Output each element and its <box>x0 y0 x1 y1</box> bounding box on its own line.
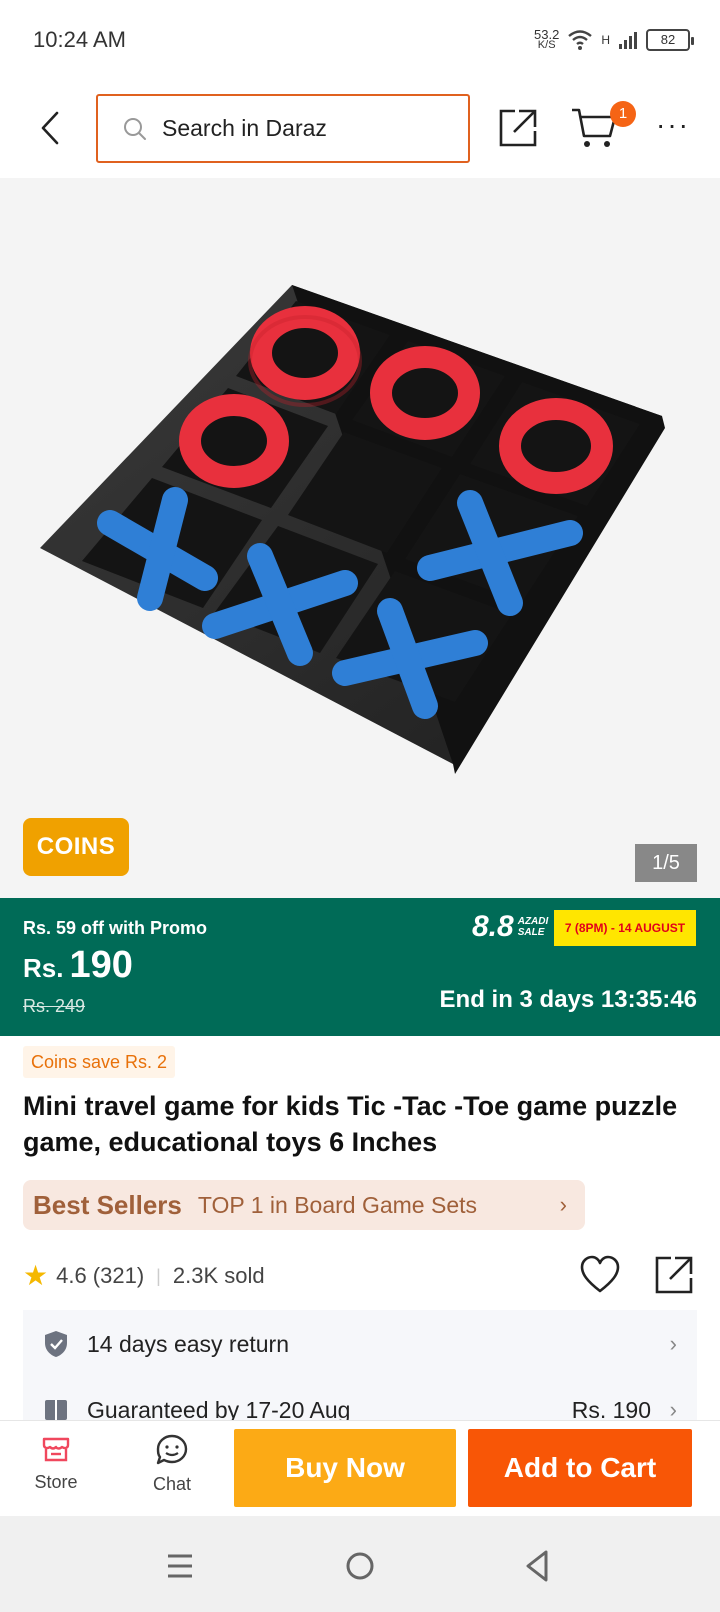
share-icon[interactable] <box>653 1254 695 1296</box>
chevron-right-icon: › <box>559 1192 567 1217</box>
rating-row: ★ 4.6 (321) | 2.3K sold <box>23 1254 700 1298</box>
best-sellers-banner[interactable]: Best Sellers TOP 1 in Board Game Sets › <box>23 1180 585 1230</box>
return-policy-row[interactable]: 14 days easy return › <box>23 1316 697 1372</box>
top-header: Search in Daraz 1 ··· <box>0 80 720 178</box>
cart-count-badge: 1 <box>610 101 636 127</box>
search-input[interactable]: Search in Daraz <box>96 94 470 163</box>
promo-price-banner: Rs. 59 off with Promo Rs. 190 Rs. 249 8.8… <box>0 898 720 1036</box>
product-image <box>40 285 665 774</box>
coins-badge: COINS <box>23 818 129 876</box>
signal-type: H <box>601 33 610 47</box>
system-navigation-bar <box>0 1516 720 1612</box>
back-triangle-icon[interactable] <box>516 1544 560 1588</box>
current-price: Rs. 190 <box>23 944 133 987</box>
shield-check-icon <box>45 1331 67 1357</box>
search-icon <box>124 117 146 140</box>
price-currency: Rs. <box>23 953 64 983</box>
delivery-text: Guaranteed by 17-20 Aug <box>87 1396 351 1421</box>
status-bar: 10:24 AM 53.2 K/S H 82 <box>0 0 720 80</box>
azadi-sale-logo: 8.8 AZADI SALE <box>472 910 549 943</box>
delivery-row[interactable]: Guaranteed by 17-20 Aug Rs. 190 › <box>23 1382 697 1420</box>
status-time: 10:24 AM <box>33 27 126 52</box>
heart-icon[interactable] <box>579 1254 621 1296</box>
delivery-icon <box>45 1400 67 1420</box>
sold-count: 2.3K sold <box>172 1263 265 1288</box>
wifi-icon <box>568 30 593 50</box>
return-policy-text: 14 days easy return <box>87 1330 290 1357</box>
product-title: Mini travel game for kids Tic -Tac -Toe … <box>23 1091 678 1157</box>
sale-dates-badge: 7 (8PM) - 14 AUGUST <box>554 910 696 946</box>
network-speed: 53.2 K/S <box>534 27 560 51</box>
store-label: Store <box>34 1472 78 1492</box>
share-icon[interactable] <box>497 107 539 149</box>
signal-icon <box>619 32 637 49</box>
original-price: Rs. 249 <box>23 996 86 1016</box>
chat-label: Chat <box>152 1474 192 1494</box>
divider: | <box>156 1265 161 1286</box>
back-button[interactable] <box>30 106 70 150</box>
sale-countdown: End in 3 days 13:35:46 <box>439 986 697 1013</box>
buy-now-button[interactable]: Buy Now <box>234 1429 456 1507</box>
image-page-indicator: 1/5 <box>635 844 697 882</box>
store-icon <box>42 1437 70 1462</box>
coins-save-badge: Coins save Rs. 2 <box>23 1046 176 1078</box>
bottom-action-bar: Store Chat Buy Now Add to Cart <box>0 1420 720 1516</box>
star-icon: ★ <box>23 1260 49 1291</box>
rating-score[interactable]: 4.6 (321) <box>56 1263 144 1289</box>
status-icons: 53.2 K/S H 82 <box>534 22 694 58</box>
best-sellers-label: Best Sellers <box>33 1189 182 1220</box>
more-options-button[interactable]: ··· <box>653 110 693 150</box>
menu-icon[interactable] <box>158 1544 202 1588</box>
chevron-left-icon <box>41 111 59 145</box>
price-amount: 190 <box>69 944 133 986</box>
product-image-gallery[interactable]: COINS 1/5 <box>0 178 720 898</box>
chevron-right-icon: › <box>669 1397 677 1420</box>
search-placeholder: Search in Daraz <box>162 115 327 141</box>
promo-discount-text: Rs. 59 off with Promo <box>23 918 208 938</box>
best-sellers-rank: TOP 1 in Board Game Sets <box>197 1191 477 1218</box>
chevron-right-icon: › <box>669 1331 677 1356</box>
chat-icon <box>156 1434 188 1465</box>
add-to-cart-button[interactable]: Add to Cart <box>468 1429 692 1507</box>
store-button[interactable]: Store <box>16 1433 96 1505</box>
battery-icon: 82 <box>646 29 694 51</box>
chat-button[interactable]: Chat <box>132 1433 212 1505</box>
delivery-price: Rs. 190 <box>571 1396 651 1421</box>
home-icon[interactable] <box>338 1544 382 1588</box>
service-info-box: 14 days easy return › Guaranteed by 17-2… <box>23 1310 697 1420</box>
